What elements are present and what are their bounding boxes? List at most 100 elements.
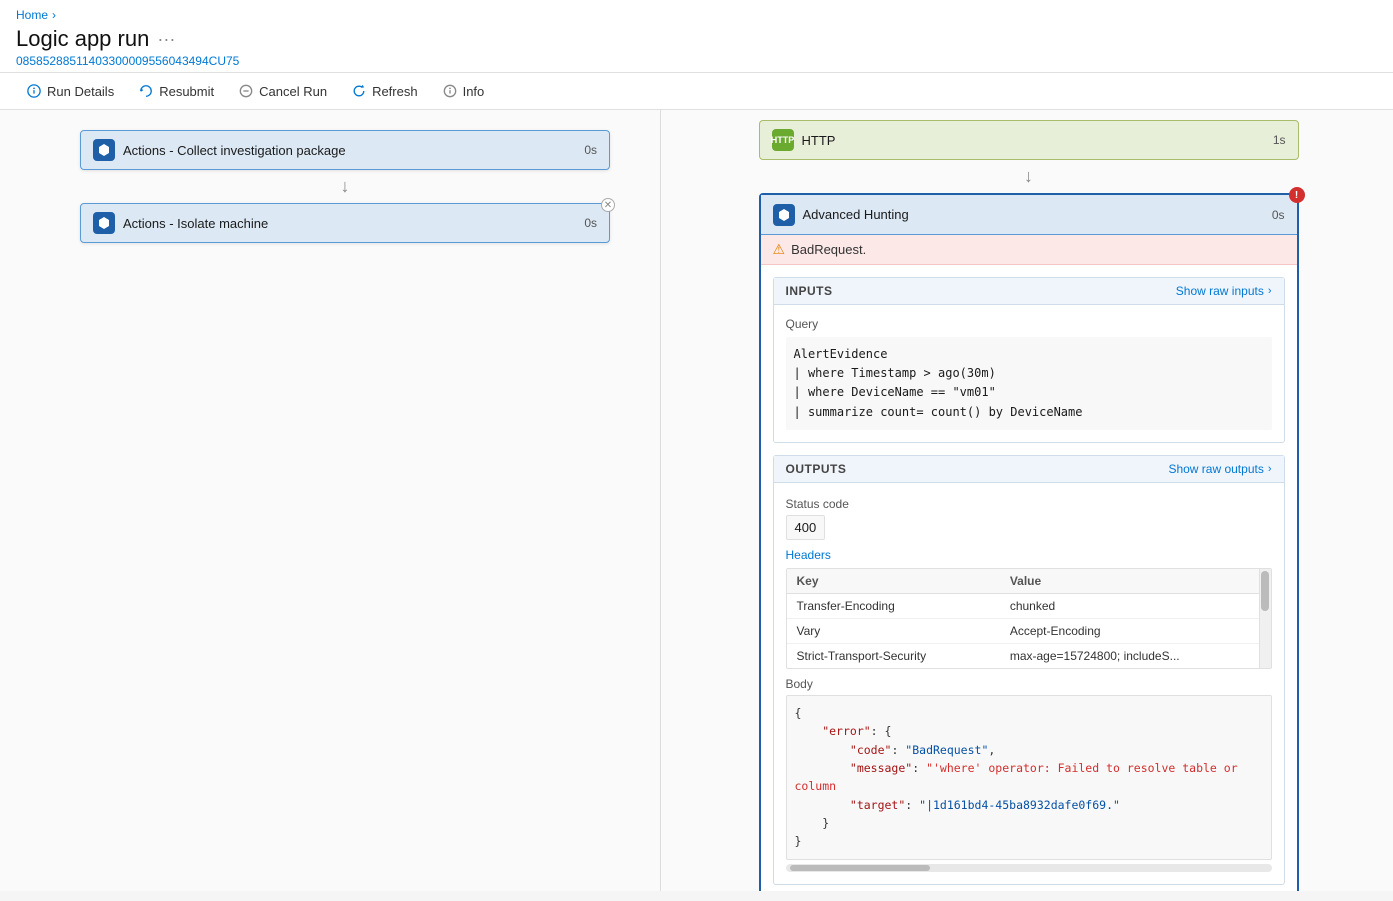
- right-top-area: HTTP HTTP 1s Advanced Hunting 0s !: [674, 120, 1383, 891]
- run-details-label: Run Details: [47, 84, 114, 99]
- info-button[interactable]: Info: [432, 79, 495, 103]
- ah-icon: [773, 204, 795, 226]
- body-line-7: }: [795, 832, 1263, 850]
- node-http-icon: HTTP: [772, 129, 794, 151]
- status-code-label: Status code: [786, 497, 1272, 511]
- warning-icon: ⚠: [773, 241, 786, 258]
- header-row-3-value: max-age=15724800; includeS...: [1000, 643, 1271, 668]
- show-raw-outputs-link[interactable]: Show raw outputs ›: [1168, 462, 1271, 476]
- bad-request-bar: ⚠ BadRequest.: [761, 235, 1297, 265]
- header-row-1-key: Transfer-Encoding: [787, 593, 1000, 618]
- node-isolate-machine-icon: [93, 212, 115, 234]
- breadcrumb-home[interactable]: Home: [16, 8, 48, 22]
- info-label: Info: [463, 84, 485, 99]
- body-line-6: }: [795, 814, 1263, 832]
- page-header: Home › Logic app run ··· 085852885114033…: [0, 0, 1393, 110]
- outputs-section-body: Status code 400 Headers Key: [774, 483, 1284, 884]
- col-value: Value: [1000, 569, 1271, 594]
- node-http-time: 1s: [1273, 133, 1286, 147]
- toolbar: Run Details Resubmit Cancel Run Refresh: [0, 73, 1393, 110]
- body-scrollbar[interactable]: [786, 864, 1272, 872]
- headers-label: Headers: [786, 548, 1272, 562]
- header-row-2-value: Accept-Encoding: [1000, 618, 1271, 643]
- header-row-3-key: Strict-Transport-Security: [787, 643, 1000, 668]
- query-code: AlertEvidence | where Timestamp > ago(30…: [786, 337, 1272, 430]
- resubmit-button[interactable]: Resubmit: [128, 79, 224, 103]
- close-badge-isolate[interactable]: ✕: [601, 198, 615, 212]
- bad-request-text: BadRequest.: [791, 242, 866, 257]
- outputs-section-title: OUTPUTS: [786, 462, 847, 476]
- body-json: { "error": { "code": "BadRequest", "mess…: [786, 695, 1272, 860]
- breadcrumb: Home ›: [16, 8, 1377, 22]
- run-details-button[interactable]: Run Details: [16, 79, 124, 103]
- cancel-run-icon: [238, 83, 254, 99]
- node-collect-package-label: Actions - Collect investigation package: [123, 143, 576, 158]
- body-line-3: "code": "BadRequest",: [795, 741, 1263, 759]
- inputs-section-header: INPUTS Show raw inputs ›: [774, 278, 1284, 305]
- headers-scroll-area[interactable]: Key Value Transfer-Encoding chunked: [787, 569, 1271, 668]
- arrow-right-1: [759, 166, 1299, 187]
- header-row-2-key: Vary: [787, 618, 1000, 643]
- col-key: Key: [787, 569, 1000, 594]
- outputs-section-header: OUTPUTS Show raw outputs ›: [774, 456, 1284, 483]
- right-panel: HTTP HTTP 1s Advanced Hunting 0s !: [664, 110, 1393, 891]
- left-panel: Actions - Collect investigation package …: [0, 110, 660, 891]
- run-id: 08585288511403300009556043494CU75: [16, 54, 1377, 68]
- cancel-run-button[interactable]: Cancel Run: [228, 79, 337, 103]
- right-nodes-container: HTTP HTTP 1s Advanced Hunting 0s !: [759, 120, 1299, 891]
- node-http[interactable]: HTTP HTTP 1s: [759, 120, 1299, 160]
- node-collect-package-icon: [93, 139, 115, 161]
- node-isolate-machine-label: Actions - Isolate machine: [123, 216, 576, 231]
- query-line-4: | summarize count= count() by DeviceName: [794, 403, 1264, 422]
- resubmit-label: Resubmit: [159, 84, 214, 99]
- run-details-icon: [26, 83, 42, 99]
- node-collect-package-time: 0s: [584, 143, 597, 157]
- query-line-2: | where Timestamp > ago(30m): [794, 364, 1264, 383]
- node-http-label: HTTP: [802, 133, 1265, 148]
- headers-table: Key Value Transfer-Encoding chunked: [787, 569, 1271, 668]
- query-line-3: | where DeviceName == "vm01": [794, 383, 1264, 402]
- error-badge: !: [1289, 187, 1305, 203]
- info-icon: [442, 83, 458, 99]
- body-label: Body: [786, 677, 1272, 691]
- ah-header[interactable]: Advanced Hunting 0s !: [761, 195, 1297, 235]
- body-scrollbar-thumb: [790, 865, 930, 871]
- status-code-value: 400: [786, 515, 826, 540]
- header-row-2: Vary Accept-Encoding: [787, 618, 1271, 643]
- left-flow-nodes: Actions - Collect investigation package …: [80, 130, 610, 243]
- refresh-label: Refresh: [372, 84, 418, 99]
- header-row-1-value: chunked: [1000, 593, 1271, 618]
- body-line-4: "message": "'where' operator: Failed to …: [795, 759, 1263, 796]
- chevron-right-outputs-icon: ›: [1268, 463, 1272, 475]
- header-row-3: Strict-Transport-Security max-age=157248…: [787, 643, 1271, 668]
- query-line-1: AlertEvidence: [794, 345, 1264, 364]
- advanced-hunting-card: Advanced Hunting 0s ! ⚠ BadRequest. INPU…: [759, 193, 1299, 891]
- inputs-section-title: INPUTS: [786, 284, 833, 298]
- node-isolate-machine-time: 0s: [584, 216, 597, 230]
- inputs-section: INPUTS Show raw inputs › Query AlertEvid…: [773, 277, 1285, 443]
- body-line-1: {: [795, 704, 1263, 722]
- outputs-section: OUTPUTS Show raw outputs › Status code 4…: [773, 455, 1285, 885]
- node-collect-package[interactable]: Actions - Collect investigation package …: [80, 130, 610, 170]
- cancel-run-label: Cancel Run: [259, 84, 327, 99]
- headers-scrollbar-thumb: [1261, 571, 1269, 611]
- chevron-right-icon: ›: [1268, 285, 1272, 297]
- inputs-section-body: Query AlertEvidence | where Timestamp > …: [774, 305, 1284, 442]
- ah-header-label: Advanced Hunting: [803, 207, 1264, 222]
- refresh-icon: [351, 83, 367, 99]
- arrow-1: [80, 176, 610, 197]
- breadcrumb-sep: ›: [52, 8, 56, 22]
- query-label: Query: [786, 317, 1272, 331]
- title-menu-icon[interactable]: ···: [157, 29, 175, 50]
- header-row-1: Transfer-Encoding chunked: [787, 593, 1271, 618]
- headers-scrollbar[interactable]: [1259, 569, 1271, 668]
- refresh-button[interactable]: Refresh: [341, 79, 428, 103]
- node-isolate-machine[interactable]: Actions - Isolate machine 0s ✕: [80, 203, 610, 243]
- page-title: Logic app run: [16, 26, 149, 52]
- body-line-2: "error": {: [795, 722, 1263, 740]
- vertical-divider: [660, 110, 661, 891]
- body-line-5: "target": "|1d161bd4-45ba8932dafe0f69.": [795, 796, 1263, 814]
- headers-table-wrap: Key Value Transfer-Encoding chunked: [786, 568, 1272, 669]
- ah-header-time: 0s: [1272, 208, 1285, 222]
- show-raw-inputs-link[interactable]: Show raw inputs ›: [1176, 284, 1272, 298]
